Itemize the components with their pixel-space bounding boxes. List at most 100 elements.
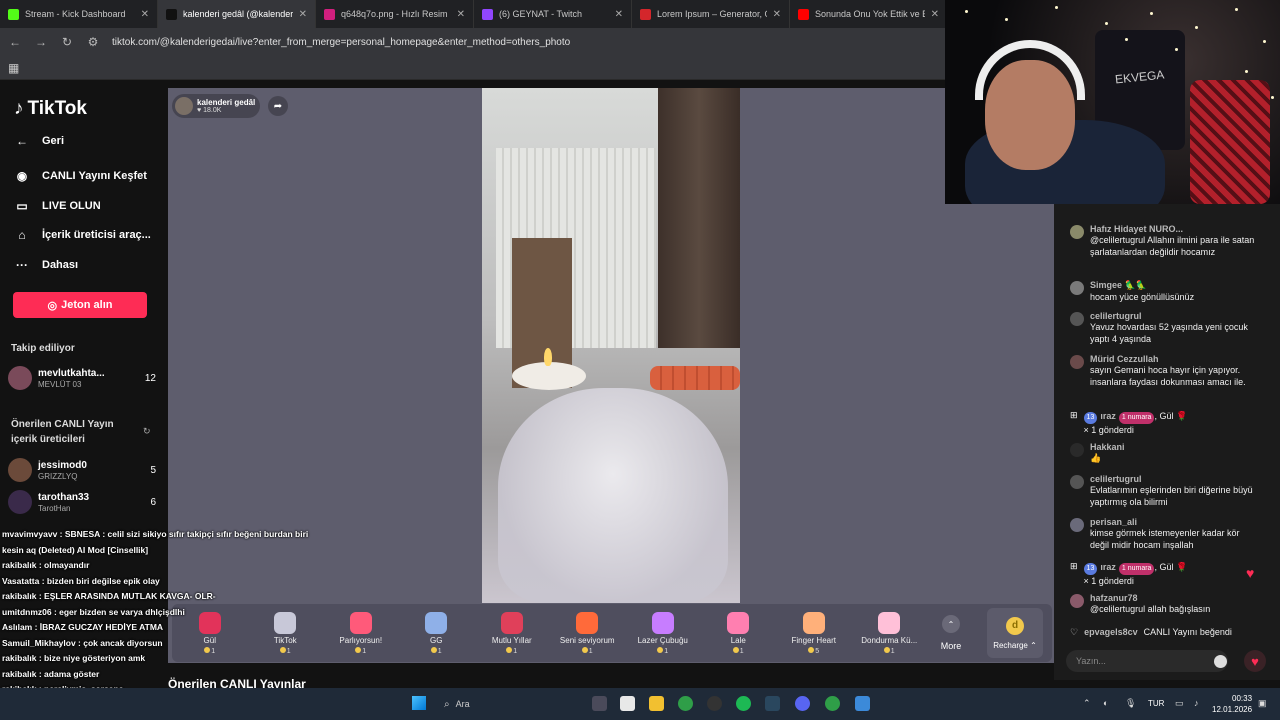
- tiktok-note-icon: ♪: [14, 98, 24, 119]
- chat-username[interactable]: Simgee 🦜🦜: [1090, 280, 1194, 291]
- sidebar-nav-item[interactable]: ▭ LIVE OLUN: [12, 199, 100, 213]
- sidebar-nav-item[interactable]: ··· Dahası: [12, 258, 78, 272]
- chat-username[interactable]: Hakkani: [1090, 442, 1125, 452]
- gift-icon: [349, 611, 372, 634]
- back-icon[interactable]: ←: [8, 35, 22, 49]
- host-info[interactable]: kalenderi gedâl ♥ 18.0K: [172, 94, 260, 118]
- tab-close-icon[interactable]: ✕: [773, 9, 781, 20]
- browser-tab[interactable]: (6) GEYNAT - Twitch ✕: [474, 0, 632, 28]
- discord-icon[interactable]: [795, 696, 810, 711]
- refresh-icon[interactable]: ↻: [143, 426, 151, 437]
- gift-price-row: 1: [355, 646, 366, 655]
- sidebar-nav-item[interactable]: ◉ CANLI Yayını Keşfet: [12, 169, 147, 183]
- volume-icon[interactable]: ♪: [1194, 698, 1204, 708]
- tiktok-logo[interactable]: ♪ TikTok: [14, 98, 87, 120]
- notification-icon[interactable]: ▣: [1258, 698, 1268, 708]
- browser-tab[interactable]: q648q7o.png - Hızlı Resim ✕: [316, 0, 474, 28]
- chat-username[interactable]: celilertugrul: [1090, 311, 1260, 321]
- gift-item[interactable]: Seni seviyorum 1: [550, 611, 626, 655]
- tray-app-icon[interactable]: ◐: [1103, 698, 1113, 708]
- live-video[interactable]: [482, 88, 740, 603]
- chat-text: Evlatlarımın eşlerinden biri diğerine bü…: [1090, 485, 1253, 507]
- avatar: [1070, 225, 1084, 239]
- sidebar-nav-item[interactable]: ← Geri: [12, 134, 64, 148]
- chat-input[interactable]: Yazın...: [1066, 650, 1228, 672]
- fairy-light: [1235, 8, 1238, 11]
- more-gifts-button[interactable]: ⌃ More: [927, 615, 975, 651]
- chat-text: @celilertugrul Allahın ilmini para ile s…: [1090, 235, 1255, 257]
- gift-item[interactable]: Lazer Çubuğu 1: [625, 611, 701, 655]
- tab-close-icon[interactable]: ✕: [299, 9, 307, 20]
- gift-name: Seni seviyorum: [559, 635, 615, 645]
- get-coins-button[interactable]: ◎ Jeton alın: [13, 292, 147, 318]
- chat-username[interactable]: Mürid Cezzullah: [1090, 354, 1260, 364]
- network-icon[interactable]: ▭: [1175, 698, 1185, 708]
- tray-chevron-icon[interactable]: ⌃: [1083, 698, 1093, 708]
- gift-price-row: 1: [430, 646, 442, 655]
- clock-date[interactable]: 12.01.2026: [1212, 705, 1252, 714]
- chat-body: Mürid Cezzullah sayın Gemani hoca hayır i…: [1090, 354, 1260, 388]
- account-name: jessimod0: [38, 459, 87, 471]
- notepad-icon[interactable]: [855, 696, 870, 711]
- gift-item[interactable]: Finger Heart 5: [776, 611, 852, 655]
- obs-icon[interactable]: [707, 696, 722, 711]
- rank-badge: 1 numara: [1118, 412, 1155, 424]
- like-button[interactable]: ♥: [1244, 650, 1266, 672]
- spotify-icon[interactable]: [736, 696, 751, 711]
- gift-item[interactable]: GG 1: [399, 611, 475, 655]
- tab-favicon-icon: [640, 8, 651, 20]
- chat-text: @celilertugrul allah bağışlasın: [1090, 604, 1211, 614]
- gift-event-user[interactable]: ıraz: [1100, 411, 1116, 421]
- microphone-icon[interactable]: 🎙: [1125, 698, 1136, 708]
- chat-username[interactable]: perisan_ali: [1090, 517, 1260, 527]
- browser-tab[interactable]: Stream - Kick Dashboard ✕: [0, 0, 158, 28]
- start-button[interactable]: [412, 696, 426, 710]
- gift-price: 1: [513, 647, 518, 655]
- steam-icon[interactable]: [765, 696, 780, 711]
- reload-icon[interactable]: ↻: [60, 35, 74, 49]
- browser-tab[interactable]: Lorem Ipsum – Generator, Orig ✕: [632, 0, 790, 28]
- fairy-light: [1055, 6, 1058, 9]
- account-row[interactable]: mevlutkahta... MEVLÜT 03 12: [8, 366, 156, 390]
- tab-close-icon[interactable]: ✕: [931, 9, 939, 20]
- gift-item[interactable]: Dondurma Kü... 1: [852, 611, 928, 655]
- sidebar-nav-item[interactable]: ⌂ İçerik üreticisi araç...: [12, 228, 150, 242]
- tab-close-icon[interactable]: ✕: [615, 9, 623, 20]
- site-info-icon[interactable]: ⚙: [86, 35, 100, 49]
- chat-message: Simgee 🦜🦜 hocam yüce gönüllüsünüz: [1070, 280, 1260, 303]
- viewer-count: 5: [150, 464, 156, 476]
- gift-icon: [425, 611, 448, 634]
- apps-grid-icon[interactable]: ▦: [8, 61, 19, 75]
- browser-tab[interactable]: kalenderi gedâl (@kalender ✕: [158, 0, 316, 28]
- chrome-active-icon[interactable]: [825, 696, 840, 711]
- floating-heart-icon: ♥: [1246, 565, 1255, 581]
- chat-username[interactable]: celilertugrul: [1090, 474, 1260, 484]
- gift-item[interactable]: Lale 1: [701, 611, 777, 655]
- account-row[interactable]: jessimod0 GRIZZLYQ 5: [8, 458, 156, 482]
- language-indicator[interactable]: TUR: [1148, 699, 1164, 708]
- overlay-chat-line: rakibalık : adama göster: [2, 668, 100, 679]
- clock-time[interactable]: 00:33: [1232, 694, 1252, 703]
- task-view-icon[interactable]: [592, 696, 607, 711]
- recharge-button[interactable]: d Recharge ⌃: [987, 608, 1043, 658]
- account-sub: MEVLÜT 03: [38, 379, 82, 389]
- tab-close-icon[interactable]: ✕: [457, 9, 465, 20]
- share-icon[interactable]: ➦: [268, 96, 288, 116]
- gift-name: Lazer Çubuğu: [637, 635, 688, 645]
- url-field[interactable]: tiktok.com/@kalenderigedai/live?enter_fr…: [112, 37, 570, 48]
- account-row[interactable]: tarothan33 TarotHan 6: [8, 490, 156, 514]
- taskbar-search[interactable]: ⌕ Ara: [440, 694, 580, 714]
- emoji-icon[interactable]: [1214, 655, 1227, 668]
- store-icon[interactable]: [620, 696, 635, 711]
- gift-event-user[interactable]: ıraz: [1100, 562, 1116, 572]
- tab-close-icon[interactable]: ✕: [141, 9, 149, 20]
- chrome-icon[interactable]: [678, 696, 693, 711]
- browser-tab[interactable]: Sonunda Onu Yok Ettik ve BÜY ✕: [790, 0, 948, 28]
- account-name: mevlutkahta...: [38, 367, 105, 379]
- search-icon: ⌕: [444, 698, 450, 710]
- chat-username[interactable]: hafzanur78: [1090, 593, 1210, 603]
- forward-icon[interactable]: →: [34, 35, 48, 49]
- chat-username[interactable]: Hafız Hidayet NURO...: [1090, 224, 1260, 234]
- gift-item[interactable]: Mutlu Yıllar 1: [474, 611, 550, 655]
- file-explorer-icon[interactable]: [649, 696, 664, 711]
